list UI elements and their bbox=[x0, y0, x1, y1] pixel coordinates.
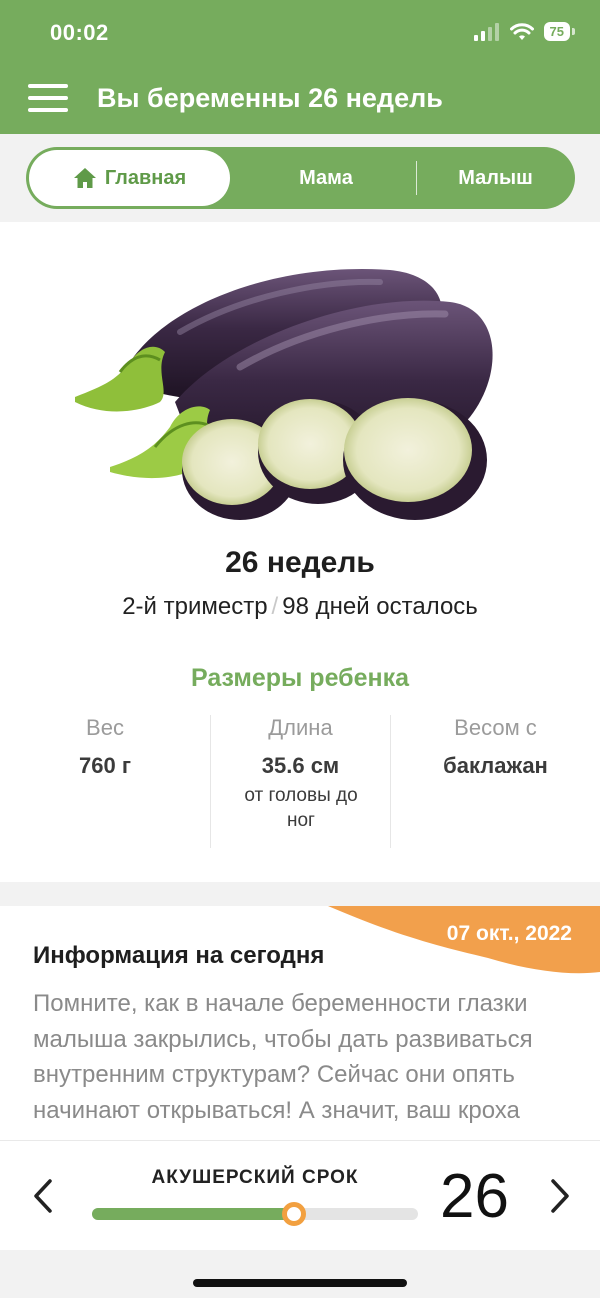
sizes-title: Размеры ребенка bbox=[190, 664, 410, 692]
size-weight-label: Вес bbox=[86, 715, 124, 740]
signal-icon bbox=[473, 22, 499, 41]
tab-baby-label: Малыш bbox=[458, 166, 533, 189]
menu-button[interactable] bbox=[28, 84, 68, 116]
segmented-tabs: Главная Мама Малыш bbox=[26, 147, 575, 209]
tab-mama-label: Мама bbox=[299, 166, 353, 189]
tabs-container: Главная Мама Малыш bbox=[0, 134, 600, 222]
tab-mama[interactable]: Мама bbox=[236, 147, 416, 209]
home-icon bbox=[73, 168, 96, 188]
info-text: Помните, как в начале беременности глазк… bbox=[33, 990, 533, 1146]
tab-divider bbox=[416, 161, 417, 195]
eggplant-illustration bbox=[75, 268, 493, 520]
app-bar: Вы беременны 26 недель bbox=[0, 66, 600, 134]
tab-home-label: Главная bbox=[104, 166, 187, 189]
slider-knob[interactable] bbox=[282, 1202, 307, 1226]
trimester-text: 2-й триместр bbox=[122, 593, 268, 620]
battery-icon: 75 bbox=[543, 22, 576, 41]
size-compare-value: баклажан bbox=[443, 753, 548, 778]
hero-card: 26 недель 2-й триместр/98 дней осталось … bbox=[0, 222, 600, 882]
size-weight-value: 760 г bbox=[79, 753, 131, 778]
days-left-text: 98 дней осталось bbox=[282, 593, 478, 620]
app-title: Вы беременны 26 недель bbox=[97, 83, 443, 113]
info-date: 07 окт., 2022 bbox=[446, 922, 572, 945]
size-length-label: Длина bbox=[268, 715, 333, 740]
size-length: Длина 35.6 см от головы до ног bbox=[211, 715, 390, 833]
size-length-value: 35.6 см bbox=[261, 753, 340, 778]
tab-baby[interactable]: Малыш bbox=[418, 147, 573, 209]
week-title: 26 недель bbox=[225, 546, 375, 579]
status-icons: 75 bbox=[473, 22, 576, 41]
tab-home[interactable]: Главная bbox=[29, 150, 230, 206]
home-indicator[interactable] bbox=[193, 1279, 407, 1287]
chevron-left-icon bbox=[34, 1179, 52, 1213]
term-slider[interactable] bbox=[92, 1202, 418, 1226]
info-card[interactable]: 07 окт., 2022 Информация на сегодня Помн… bbox=[0, 906, 600, 1146]
info-title: Информация на сегодня bbox=[33, 942, 325, 969]
wifi-icon bbox=[509, 22, 534, 40]
separator: / bbox=[271, 593, 279, 620]
prev-week-button[interactable] bbox=[28, 1171, 58, 1221]
size-compare-label: Весом с bbox=[454, 715, 537, 740]
status-bar: 00:02 75 bbox=[0, 0, 600, 66]
term-value: 26 bbox=[440, 1162, 509, 1231]
term-label: АКУШЕРСКИЙ СРОК bbox=[151, 1167, 359, 1188]
size-compare: Весом с баклажан bbox=[391, 715, 600, 779]
next-week-button[interactable] bbox=[545, 1171, 575, 1221]
size-length-note: от головы до ног bbox=[244, 785, 358, 831]
week-subtitle: 2-й триместр/98 дней осталось bbox=[0, 593, 600, 621]
slider-fill bbox=[92, 1208, 295, 1220]
status-time: 00:02 bbox=[50, 20, 109, 45]
chevron-right-icon bbox=[551, 1179, 569, 1213]
size-weight: Вес 760 г bbox=[0, 715, 210, 779]
sizes-row: Вес 760 г Длина 35.6 см от головы до ног… bbox=[0, 715, 600, 850]
home-indicator-area bbox=[0, 1250, 600, 1298]
term-control: АКУШЕРСКИЙ СРОК 26 bbox=[0, 1140, 600, 1250]
